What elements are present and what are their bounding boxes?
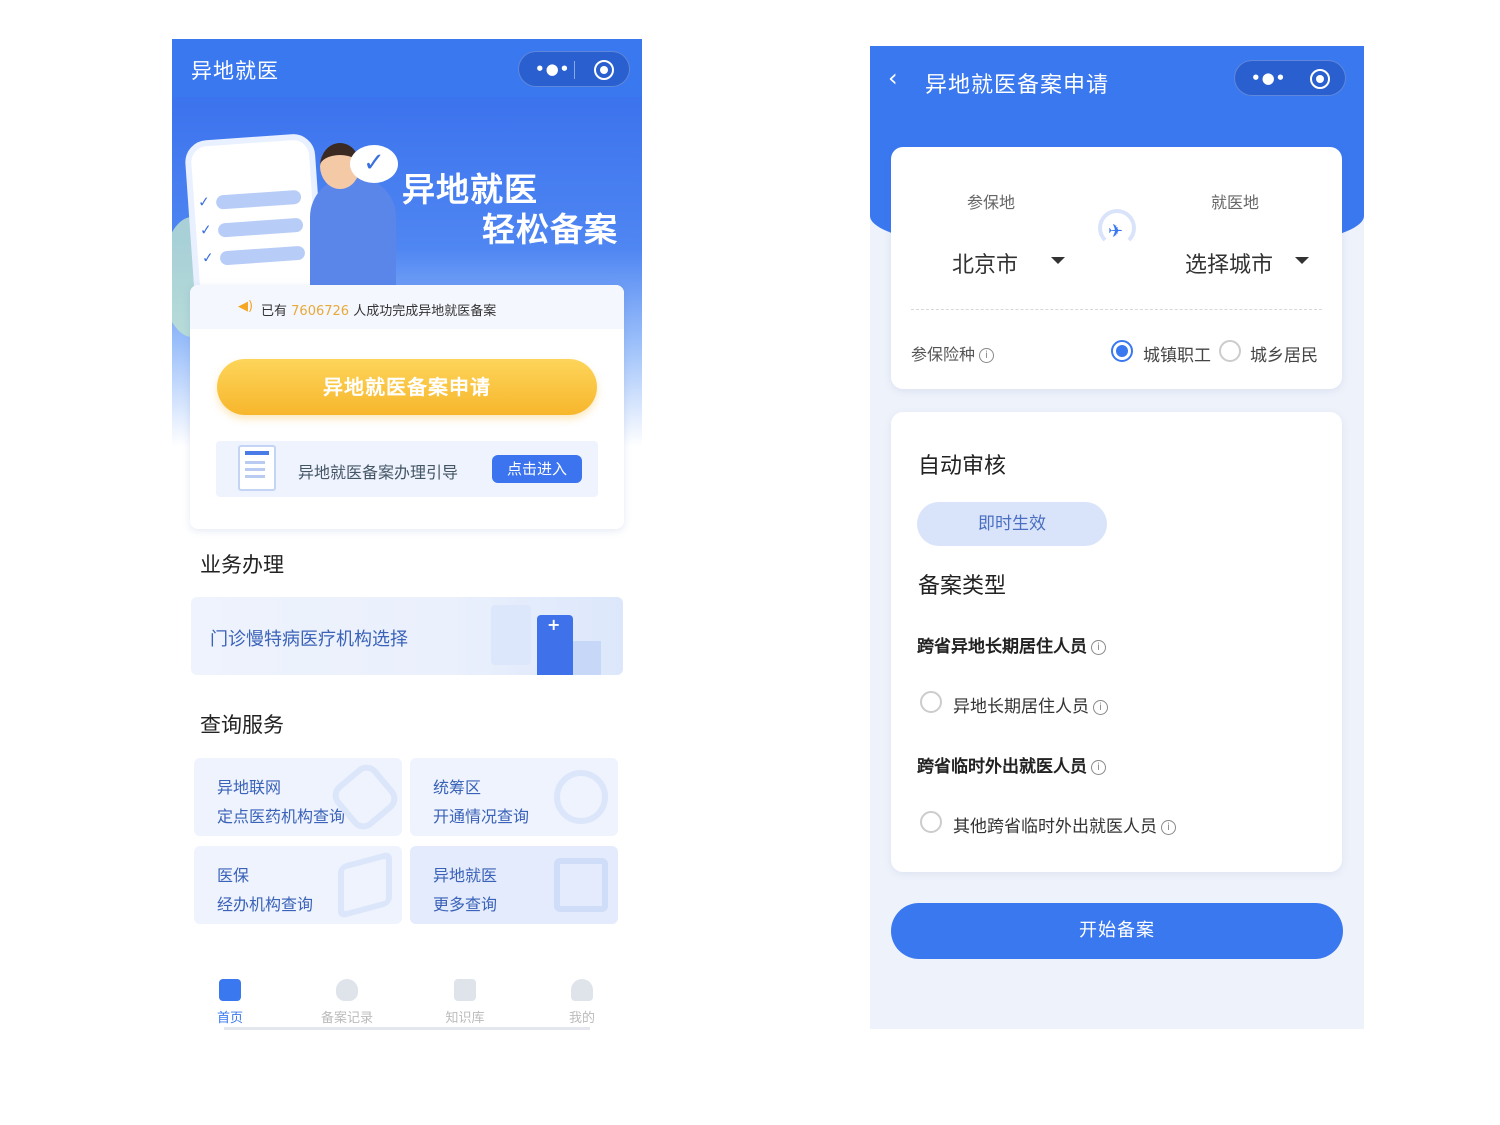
query-card-line2: 更多查询 bbox=[433, 895, 498, 914]
query-card-line1: 异地就医 bbox=[433, 866, 498, 885]
insured-place-label: 参保地 bbox=[967, 193, 1016, 212]
insurance-type-label: 参保险种 i bbox=[911, 341, 995, 365]
page-title: 异地就医 bbox=[191, 59, 279, 83]
close-miniprogram-icon[interactable] bbox=[1310, 69, 1330, 89]
close-miniprogram-icon[interactable] bbox=[594, 60, 614, 80]
person-illustration bbox=[310, 177, 396, 297]
enter-button[interactable]: 点击进入 bbox=[492, 455, 582, 483]
info-icon[interactable]: i bbox=[1093, 699, 1108, 715]
speaker-icon: ◀) bbox=[238, 299, 254, 314]
guide-text: 异地就医备案办理引导 bbox=[298, 463, 459, 482]
insured-place-select[interactable]: 北京市 bbox=[952, 247, 1018, 279]
miniprogram-capsule: •●• bbox=[518, 51, 630, 87]
home-icon bbox=[219, 979, 241, 1001]
radio-urban-employee[interactable] bbox=[1111, 340, 1133, 362]
info-icon[interactable]: i bbox=[1091, 759, 1106, 775]
location-pin-icon bbox=[554, 770, 608, 824]
slogan-line-2: 轻松备案 bbox=[482, 210, 618, 249]
chronic-disease-label: 门诊慢特病医疗机构选择 bbox=[210, 629, 408, 650]
tab-mine[interactable]: 我的 bbox=[542, 979, 622, 1026]
swap-plane-icon: ✈ bbox=[1094, 209, 1140, 247]
navigation-bar: 异地就医 •●• bbox=[172, 39, 642, 97]
apply-card: ◀) 已有 7606726 人成功完成异地就医备案 异地就医备案申请 异地就医备… bbox=[190, 285, 624, 529]
query-card-line1: 统筹区 bbox=[433, 778, 482, 797]
navigation-bar: ‹ 异地就医备案申请 •●• bbox=[870, 46, 1364, 114]
apply-button[interactable]: 异地就医备案申请 bbox=[217, 359, 597, 415]
tab-records[interactable]: 备案记录 bbox=[307, 979, 387, 1026]
tab-label: 备案记录 bbox=[320, 1011, 373, 1026]
tab-home[interactable]: 首页 bbox=[190, 979, 270, 1026]
query-card-line1: 医保 bbox=[217, 866, 250, 885]
record-apply-screen: ‹ 异地就医备案申请 •●• 参保地 北京市 ✈ 就医地 选择城市 参保险种 i … bbox=[870, 46, 1364, 1029]
category-temporary-outside: 跨省临时外出就医人员 i bbox=[917, 752, 1106, 777]
tab-indicator-line bbox=[224, 1027, 590, 1030]
back-icon[interactable]: ‹ bbox=[888, 64, 898, 92]
chevron-down-icon[interactable] bbox=[1051, 257, 1065, 264]
building-annex-decoration bbox=[573, 641, 601, 675]
page-title: 异地就医备案申请 bbox=[925, 73, 1110, 98]
urban-employee-label[interactable]: 城镇职工 bbox=[1143, 341, 1211, 366]
category-long-term-residence: 跨省异地长期居住人员 i bbox=[917, 632, 1106, 657]
instant-effect-badge: 即时生效 bbox=[917, 502, 1107, 546]
treatment-place-select[interactable]: 选择城市 bbox=[1185, 247, 1273, 279]
miniprogram-capsule: •●• bbox=[1234, 60, 1346, 96]
ghost-building-decoration bbox=[491, 605, 531, 665]
start-record-button[interactable]: 开始备案 bbox=[891, 903, 1343, 959]
tab-label: 知识库 bbox=[445, 1011, 485, 1026]
tab-knowledge[interactable]: 知识库 bbox=[425, 979, 505, 1026]
notice-text: 已有 7606726 人成功完成异地就医备案 bbox=[261, 304, 497, 319]
radio-long-term-residence[interactable] bbox=[920, 691, 942, 713]
chronic-disease-institution-card[interactable]: 门诊慢特病医疗机构选择 bbox=[191, 597, 623, 675]
document-icon bbox=[238, 445, 276, 491]
query-card-line2: 经办机构查询 bbox=[217, 895, 314, 914]
bottom-tab-bar: 首页 备案记录 知识库 我的 bbox=[172, 971, 642, 1034]
success-count: 7606726 bbox=[291, 304, 350, 319]
long-term-residence-option[interactable]: 异地长期居住人员 i bbox=[953, 692, 1108, 717]
radio-temporary-outside[interactable] bbox=[920, 811, 942, 833]
query-card-more[interactable]: 异地就医 更多查询 bbox=[410, 846, 618, 924]
query-card-line2: 开通情况查询 bbox=[433, 807, 530, 826]
business-section-title: 业务办理 bbox=[200, 553, 284, 577]
record-type-card: 自动审核 即时生效 备案类型 跨省异地长期居住人员 i 异地长期居住人员 i 跨省临… bbox=[891, 412, 1342, 872]
more-icon[interactable]: •●• bbox=[1251, 69, 1286, 87]
shield-record-icon bbox=[336, 979, 358, 1001]
radio-urban-rural-resident[interactable] bbox=[1219, 340, 1241, 362]
location-card: 参保地 北京市 ✈ 就医地 选择城市 参保险种 i 城镇职工 城乡居民 bbox=[891, 147, 1342, 389]
query-card-agency[interactable]: 医保 经办机构查询 bbox=[194, 846, 402, 924]
layers-icon bbox=[338, 850, 392, 920]
exit-arrow-icon bbox=[554, 858, 608, 912]
query-card-line1: 异地联网 bbox=[217, 778, 282, 797]
auto-audit-title: 自动审核 bbox=[918, 454, 1007, 479]
record-type-title: 备案类型 bbox=[918, 574, 1007, 599]
info-icon[interactable]: i bbox=[1161, 819, 1176, 835]
notice-bar: ◀) 已有 7606726 人成功完成异地就医备案 bbox=[190, 285, 624, 329]
capsule-divider bbox=[574, 61, 575, 79]
info-icon[interactable]: i bbox=[979, 348, 995, 363]
urban-rural-resident-label[interactable]: 城乡居民 bbox=[1250, 341, 1318, 366]
info-icon[interactable]: i bbox=[1091, 639, 1106, 655]
query-card-line2: 定点医药机构查询 bbox=[217, 807, 346, 826]
hospital-icon bbox=[537, 615, 573, 675]
book-icon bbox=[454, 979, 476, 1001]
tab-label: 首页 bbox=[216, 1011, 243, 1026]
query-section-title: 查询服务 bbox=[200, 713, 284, 737]
query-card-networked-institutions[interactable]: 异地联网 定点医药机构查询 bbox=[194, 758, 402, 836]
home-screen: 异地就医 •●• ✓ ✓ ✓ ✓ 异地就医 轻松备案 ◀) 已有 7606726… bbox=[172, 39, 642, 1034]
divider bbox=[911, 309, 1322, 310]
treatment-place-label: 就医地 bbox=[1211, 193, 1260, 212]
user-icon bbox=[571, 979, 593, 1001]
check-bubble-icon: ✓ bbox=[350, 145, 398, 183]
chevron-down-icon[interactable] bbox=[1295, 257, 1309, 264]
tab-label: 我的 bbox=[568, 1011, 595, 1026]
more-icon[interactable]: •●• bbox=[535, 60, 570, 78]
temporary-outside-option[interactable]: 其他跨省临时外出就医人员 i bbox=[953, 812, 1176, 837]
guide-banner[interactable]: 异地就医备案办理引导 点击进入 bbox=[216, 441, 598, 497]
query-card-coordination-area[interactable]: 统筹区 开通情况查询 bbox=[410, 758, 618, 836]
